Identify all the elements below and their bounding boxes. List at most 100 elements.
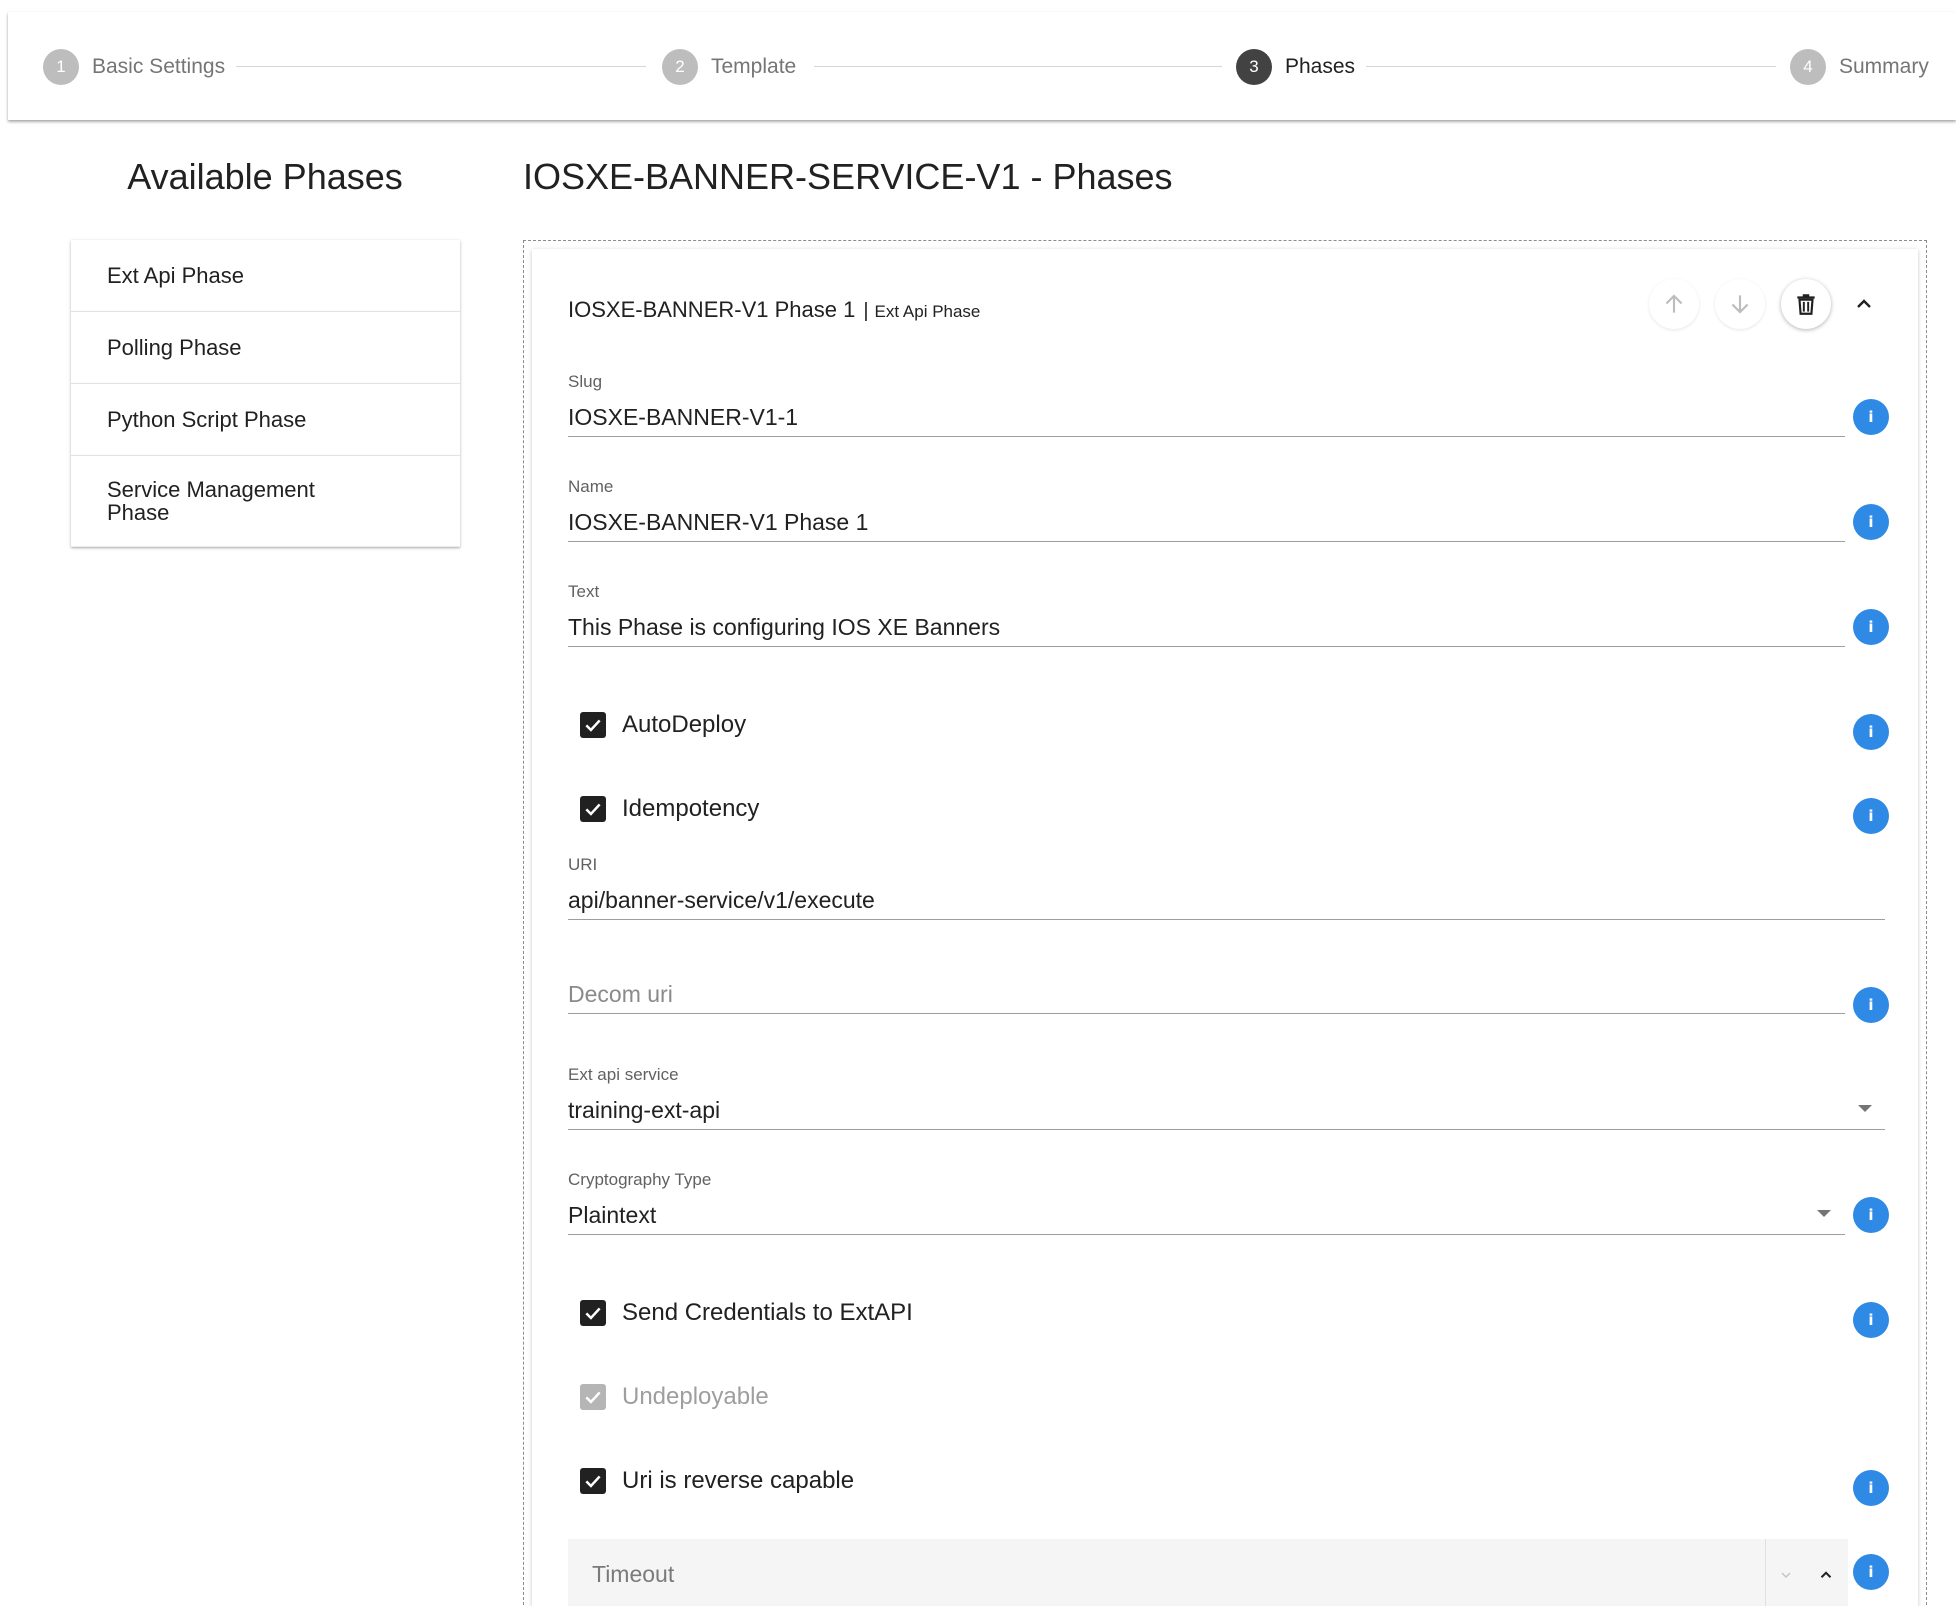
slug-underline xyxy=(568,436,1845,437)
send-credentials-info-icon[interactable]: i xyxy=(1853,1302,1889,1338)
idempotency-checkbox-row[interactable]: Idempotency xyxy=(580,791,759,827)
move-up-button[interactable] xyxy=(1649,279,1699,329)
cryptography-type-label: Cryptography Type xyxy=(568,1170,712,1189)
name-label: Name xyxy=(568,477,614,496)
available-phases-title: Available Phases xyxy=(127,156,403,197)
chevron-down-icon xyxy=(1781,1572,1791,1578)
checkmark-icon xyxy=(585,719,601,732)
ext-api-service-value[interactable]: training-ext-api xyxy=(568,1095,1885,1125)
palette-item-python-script-phase[interactable]: Python Script Phase xyxy=(71,384,460,456)
palette-item-label: Ext Api Phase xyxy=(107,263,244,288)
cryptography-type-underline xyxy=(568,1234,1845,1235)
step-label: Phases xyxy=(1285,55,1356,78)
timeout-decrement-button[interactable] xyxy=(1768,1557,1804,1593)
send-credentials-checkbox-row[interactable]: Send Credentials to ExtAPI xyxy=(580,1295,913,1331)
cryptography-type-dropdown-icon[interactable] xyxy=(1817,1210,1831,1217)
uri-field[interactable]: URI api/banner-service/v1/execute xyxy=(568,855,1885,920)
arrow-up-icon xyxy=(1665,294,1683,313)
timeout-input[interactable]: Timeout xyxy=(592,1561,674,1588)
phase-card-type: Ext Api Phase xyxy=(874,302,981,321)
text-input[interactable]: This Phase is configuring IOS XE Banners xyxy=(568,612,1845,642)
step-number: 2 xyxy=(662,49,698,85)
page: 1 Basic Settings 2 Template 3 Phases 4 S… xyxy=(0,0,1956,1606)
stepper: 1 Basic Settings 2 Template 3 Phases 4 S… xyxy=(8,12,1956,120)
send-credentials-checkbox[interactable] xyxy=(580,1300,606,1326)
palette-item-service-management-phase[interactable]: Service Management Phase xyxy=(71,456,460,547)
collapse-phase-button[interactable] xyxy=(1839,279,1889,329)
step-label: Template xyxy=(711,55,797,78)
phases-dropzone[interactable]: IOSXE-BANNER-V1 Phase 1 | Ext Api Phase xyxy=(523,240,1927,1606)
autodeploy-info-icon[interactable]: i xyxy=(1853,714,1889,750)
uri-label: URI xyxy=(568,855,598,874)
decom-uri-input[interactable]: Decom uri xyxy=(568,979,1845,1009)
undeployable-label: Undeployable xyxy=(622,1383,769,1410)
decom-uri-info-icon[interactable]: i xyxy=(1853,987,1889,1023)
trash-icon xyxy=(1797,294,1815,315)
checkmark-icon xyxy=(585,1307,601,1320)
checkmark-icon xyxy=(585,803,601,816)
step-label: Basic Settings xyxy=(92,55,226,78)
step-summary[interactable]: 4 Summary xyxy=(1790,48,1929,86)
step-basic-settings[interactable]: 1 Basic Settings xyxy=(43,48,225,86)
undeployable-checkbox-row: Undeployable xyxy=(580,1379,769,1415)
uri-reverse-checkbox[interactable] xyxy=(580,1468,606,1494)
uri-reverse-label: Uri is reverse capable xyxy=(622,1467,855,1494)
step-label: Summary xyxy=(1839,55,1929,78)
phase-palette: Ext Api Phase Polling Phase Python Scrip… xyxy=(71,240,460,547)
send-credentials-label: Send Credentials to ExtAPI xyxy=(622,1299,913,1326)
palette-item-ext-api-phase[interactable]: Ext Api Phase xyxy=(71,240,460,312)
name-info-icon[interactable]: i xyxy=(1853,504,1889,540)
slug-field[interactable]: Slug IOSXE-BANNER-V1-1 xyxy=(568,372,1845,437)
step-number: 1 xyxy=(43,49,79,85)
idempotency-info-icon[interactable]: i xyxy=(1853,798,1889,834)
timeout-increment-button[interactable] xyxy=(1808,1557,1844,1593)
cryptography-type-info-icon[interactable]: i xyxy=(1853,1197,1889,1233)
uri-reverse-info-icon[interactable]: i xyxy=(1853,1470,1889,1506)
step-connector xyxy=(236,66,646,67)
phase-card: IOSXE-BANNER-V1 Phase 1 | Ext Api Phase xyxy=(532,249,1918,1606)
autodeploy-checkbox-row[interactable]: AutoDeploy xyxy=(580,707,746,743)
slug-info-icon[interactable]: i xyxy=(1853,399,1889,435)
step-template[interactable]: 2 Template xyxy=(662,48,796,86)
timeout-stepper[interactable]: Timeout xyxy=(568,1539,1848,1606)
palette-item-label: Polling Phase xyxy=(107,335,242,360)
text-info-icon[interactable]: i xyxy=(1853,609,1889,645)
uri-input[interactable]: api/banner-service/v1/execute xyxy=(568,885,1885,915)
uri-underline xyxy=(568,919,1885,920)
ext-api-service-dropdown-icon[interactable] xyxy=(1858,1105,1872,1112)
cryptography-type-select[interactable]: Cryptography Type Plaintext xyxy=(568,1170,1845,1235)
phase-card-header: IOSXE-BANNER-V1 Phase 1 | Ext Api Phase xyxy=(568,297,980,323)
autodeploy-checkbox[interactable] xyxy=(580,712,606,738)
checkmark-icon xyxy=(585,1475,601,1488)
timeout-divider xyxy=(1765,1539,1766,1606)
checkmark-icon xyxy=(585,1391,601,1404)
arrow-down-icon xyxy=(1731,295,1749,314)
text-field[interactable]: Text This Phase is configuring IOS XE Ba… xyxy=(568,582,1845,647)
decom-uri-field[interactable]: Decom uri xyxy=(568,969,1845,1014)
slug-input[interactable]: IOSXE-BANNER-V1-1 xyxy=(568,402,1845,432)
phase-card-title: IOSXE-BANNER-V1 Phase 1 xyxy=(568,297,856,322)
timeout-info-icon[interactable]: i xyxy=(1853,1554,1889,1590)
step-phases[interactable]: 3 Phases xyxy=(1236,48,1355,86)
ext-api-service-select[interactable]: Ext api service training-ext-api xyxy=(568,1065,1885,1130)
palette-item-polling-phase[interactable]: Polling Phase xyxy=(71,312,460,384)
palette-item-label: Service Management Phase xyxy=(107,477,315,525)
step-connector xyxy=(814,66,1222,67)
uri-reverse-checkbox-row[interactable]: Uri is reverse capable xyxy=(580,1463,854,1499)
name-underline xyxy=(568,541,1845,542)
text-label: Text xyxy=(568,582,600,601)
idempotency-label: Idempotency xyxy=(622,795,760,822)
text-underline xyxy=(568,646,1845,647)
ext-api-service-underline xyxy=(568,1129,1885,1130)
idempotency-checkbox[interactable] xyxy=(580,796,606,822)
name-input[interactable]: IOSXE-BANNER-V1 Phase 1 xyxy=(568,507,1845,537)
palette-item-label: Python Script Phase xyxy=(107,407,307,432)
move-down-button[interactable] xyxy=(1715,279,1765,329)
delete-phase-button[interactable] xyxy=(1781,279,1831,329)
cryptography-type-value[interactable]: Plaintext xyxy=(568,1200,1845,1230)
name-field[interactable]: Name IOSXE-BANNER-V1 Phase 1 xyxy=(568,477,1845,542)
slug-label: Slug xyxy=(568,372,603,391)
autodeploy-label: AutoDeploy xyxy=(622,711,747,738)
ext-api-service-label: Ext api service xyxy=(568,1065,679,1084)
page-title: IOSXE-BANNER-SERVICE-V1 - Phases xyxy=(523,156,1173,197)
